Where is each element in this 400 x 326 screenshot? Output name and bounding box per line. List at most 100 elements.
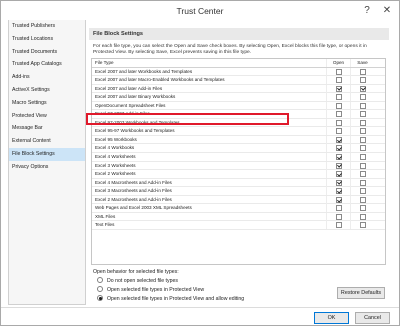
open-checkbox[interactable] <box>335 222 342 229</box>
table-row: Excel 3 Macrosheets and Add-in Files <box>92 187 385 196</box>
radio-do-not-open[interactable]: Do not open selected file types <box>97 277 178 284</box>
file-type-label: Excel 2007 and later Workbooks and Templ… <box>95 68 193 74</box>
save-cell <box>350 212 374 221</box>
open-checkbox[interactable] <box>335 94 342 101</box>
table-row: Excel 2007 and later Add-in Files <box>92 84 385 94</box>
sidebar-item[interactable]: File Block Settings <box>9 147 85 161</box>
file-type-table: File Type Open Save Excel 2007 and later… <box>91 58 386 265</box>
file-type-label: XML Files <box>95 213 116 219</box>
sidebar-item[interactable]: Protected View <box>9 110 85 123</box>
open-checkbox[interactable] <box>335 188 342 195</box>
open-cell <box>326 161 350 170</box>
save-checkbox[interactable] <box>359 154 366 161</box>
table-row: Web Pages and Excel 2003 XML Spreadsheet… <box>92 204 385 213</box>
save-checkbox[interactable] <box>359 85 366 92</box>
cancel-button[interactable]: Cancel <box>355 312 390 324</box>
file-type-label: Excel 3 Worksheets <box>95 162 136 168</box>
highlight-box <box>86 113 289 125</box>
save-checkbox[interactable] <box>359 102 366 109</box>
open-cell <box>326 93 350 102</box>
open-checkbox[interactable] <box>335 119 342 126</box>
open-cell <box>326 127 350 136</box>
open-cell <box>326 135 350 144</box>
save-cell <box>350 93 374 102</box>
radio-open-protected[interactable]: Open selected file types in Protected Vi… <box>97 286 204 293</box>
file-type-label: Text Files <box>95 222 115 228</box>
save-checkbox[interactable] <box>359 145 366 152</box>
radio-open-protected-edit[interactable]: Open selected file types in Protected Vi… <box>97 295 244 302</box>
save-cell <box>350 118 374 127</box>
sidebar: Trusted Publishers Trusted Locations Trust… <box>8 20 86 305</box>
sidebar-item[interactable]: Trusted Publishers <box>9 20 85 33</box>
table-row: Excel 4 Macrosheets and Add-in Files <box>92 178 385 188</box>
open-checkbox[interactable] <box>335 85 342 92</box>
save-cell <box>350 76 374 85</box>
sidebar-item[interactable]: Trusted Documents <box>9 46 85 59</box>
open-checkbox[interactable] <box>335 136 342 143</box>
save-checkbox[interactable] <box>359 171 366 178</box>
open-checkbox[interactable] <box>335 128 342 135</box>
open-cell <box>326 144 350 153</box>
sidebar-item[interactable]: Privacy Options <box>9 161 85 174</box>
open-checkbox[interactable] <box>335 68 342 75</box>
open-cell <box>326 195 350 204</box>
open-checkbox[interactable] <box>335 179 342 186</box>
section-title: File Block Settings <box>89 28 389 40</box>
table-row: Excel 2 Macrosheets and Add-in Files <box>92 195 385 205</box>
open-cell <box>326 110 350 119</box>
open-checkbox[interactable] <box>335 196 342 203</box>
open-checkbox[interactable] <box>335 154 342 161</box>
header-file-type: File Type <box>95 60 114 65</box>
save-checkbox[interactable] <box>359 94 366 101</box>
open-cell <box>326 204 350 213</box>
save-checkbox[interactable] <box>359 77 366 84</box>
table-row: Excel 3 Worksheets <box>92 161 385 171</box>
footer-divider <box>1 307 399 308</box>
save-checkbox[interactable] <box>359 128 366 135</box>
window-title: Trust Center <box>176 6 224 16</box>
open-cell <box>326 153 350 162</box>
open-checkbox[interactable] <box>335 145 342 152</box>
open-checkbox[interactable] <box>335 205 342 212</box>
save-checkbox[interactable] <box>359 162 366 169</box>
file-type-label: OpenDocument Spreadsheet Files <box>95 102 166 108</box>
sidebar-item[interactable]: External Content <box>9 135 85 148</box>
save-checkbox[interactable] <box>359 213 366 220</box>
open-checkbox[interactable] <box>335 162 342 169</box>
sidebar-item[interactable]: Trusted App Catalogs <box>9 58 85 71</box>
save-cell <box>350 144 374 153</box>
save-checkbox[interactable] <box>359 179 366 186</box>
table-row: Excel 2007 and later Binary Workbooks <box>92 93 385 102</box>
save-checkbox[interactable] <box>359 222 366 229</box>
save-checkbox[interactable] <box>359 196 366 203</box>
open-checkbox[interactable] <box>335 213 342 220</box>
open-checkbox[interactable] <box>335 102 342 109</box>
close-icon[interactable]: ✕ <box>379 4 395 18</box>
sidebar-item[interactable]: Trusted Locations <box>9 33 85 46</box>
save-cell <box>350 110 374 119</box>
save-checkbox[interactable] <box>359 68 366 75</box>
save-checkbox[interactable] <box>359 119 366 126</box>
save-checkbox[interactable] <box>359 205 366 212</box>
save-checkbox[interactable] <box>359 136 366 143</box>
sidebar-item[interactable]: Macro Settings <box>9 97 85 110</box>
sidebar-item[interactable]: Message Bar <box>9 122 85 135</box>
help-icon[interactable]: ? <box>359 4 375 18</box>
save-cell <box>350 195 374 204</box>
save-cell <box>350 135 374 144</box>
open-checkbox[interactable] <box>335 171 342 178</box>
save-checkbox[interactable] <box>359 188 366 195</box>
file-type-label: Web Pages and Excel 2003 XML Spreadsheet… <box>95 205 192 211</box>
save-checkbox[interactable] <box>359 111 366 118</box>
sidebar-item[interactable]: Add-ins <box>9 71 85 84</box>
open-checkbox[interactable] <box>335 111 342 118</box>
restore-defaults-button[interactable]: Restore Defaults <box>337 287 385 299</box>
open-checkbox[interactable] <box>335 77 342 84</box>
save-cell <box>350 187 374 196</box>
radio-circle <box>97 277 103 283</box>
open-cell <box>326 187 350 196</box>
ok-button[interactable]: OK <box>314 312 349 324</box>
file-type-label: Excel 2 Worksheets <box>95 171 136 177</box>
table-row: Excel 2007 and later Workbooks and Templ… <box>92 67 385 77</box>
sidebar-item[interactable]: ActiveX Settings <box>9 84 85 97</box>
